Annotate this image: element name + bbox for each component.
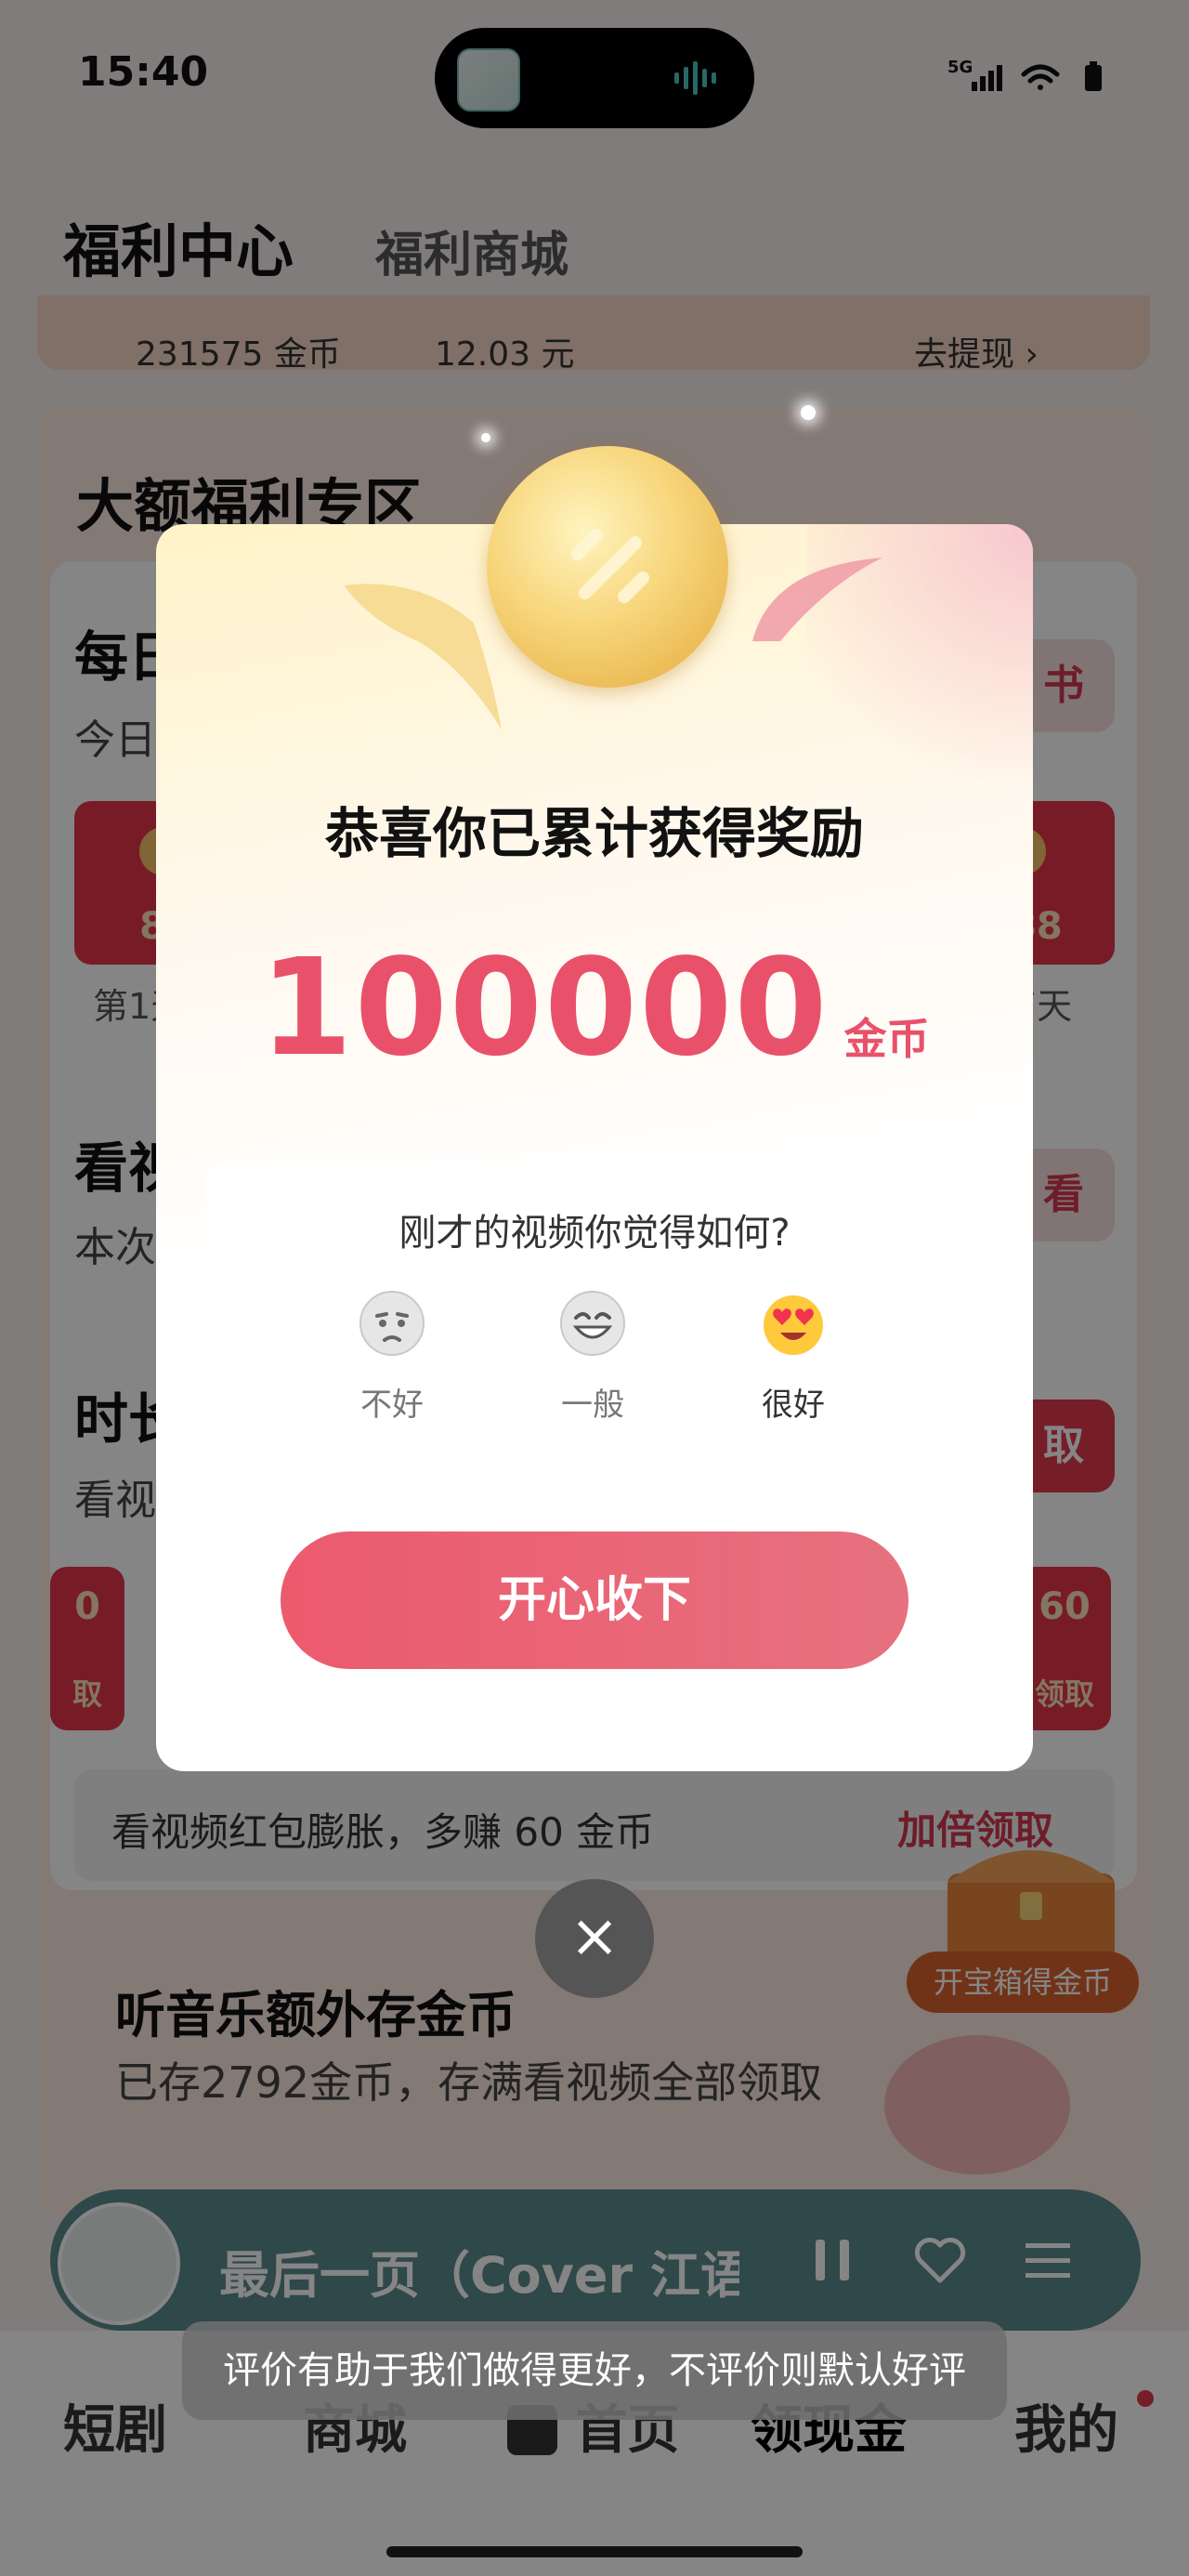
coin-logo-icon (571, 529, 649, 603)
close-icon: × (569, 1902, 620, 1971)
rating-bad-label[interactable]: 不好 (318, 1379, 466, 1425)
reward-amount-value: 100000 (259, 929, 830, 1085)
sparkle (481, 433, 490, 442)
rating-ok-label[interactable]: 一般 (518, 1379, 667, 1425)
reward-amount: 100000 金币 (156, 929, 1033, 1085)
sparkle (801, 405, 816, 420)
ribbon-decoration (752, 558, 882, 641)
accept-reward-button[interactable]: 开心收下 (281, 1531, 908, 1669)
home-indicator[interactable] (386, 2546, 803, 2557)
rating-good-label[interactable]: 很好 (719, 1379, 868, 1425)
rating-ok-icon[interactable] (559, 1290, 626, 1357)
reward-amount-unit: 金币 (843, 1014, 930, 1064)
rating-toast: 评价有助于我们做得更好，不评价则默认好评 (182, 2321, 1007, 2420)
rating-good-icon[interactable] (760, 1290, 827, 1357)
modal-title: 恭喜你已累计获得奖励 (324, 802, 864, 865)
rating-bad-icon[interactable] (359, 1290, 425, 1357)
close-modal-button[interactable]: × (535, 1879, 654, 1998)
rating-question: 刚才的视频你觉得如何? (399, 1212, 790, 1255)
ribbon-decoration (344, 584, 502, 729)
